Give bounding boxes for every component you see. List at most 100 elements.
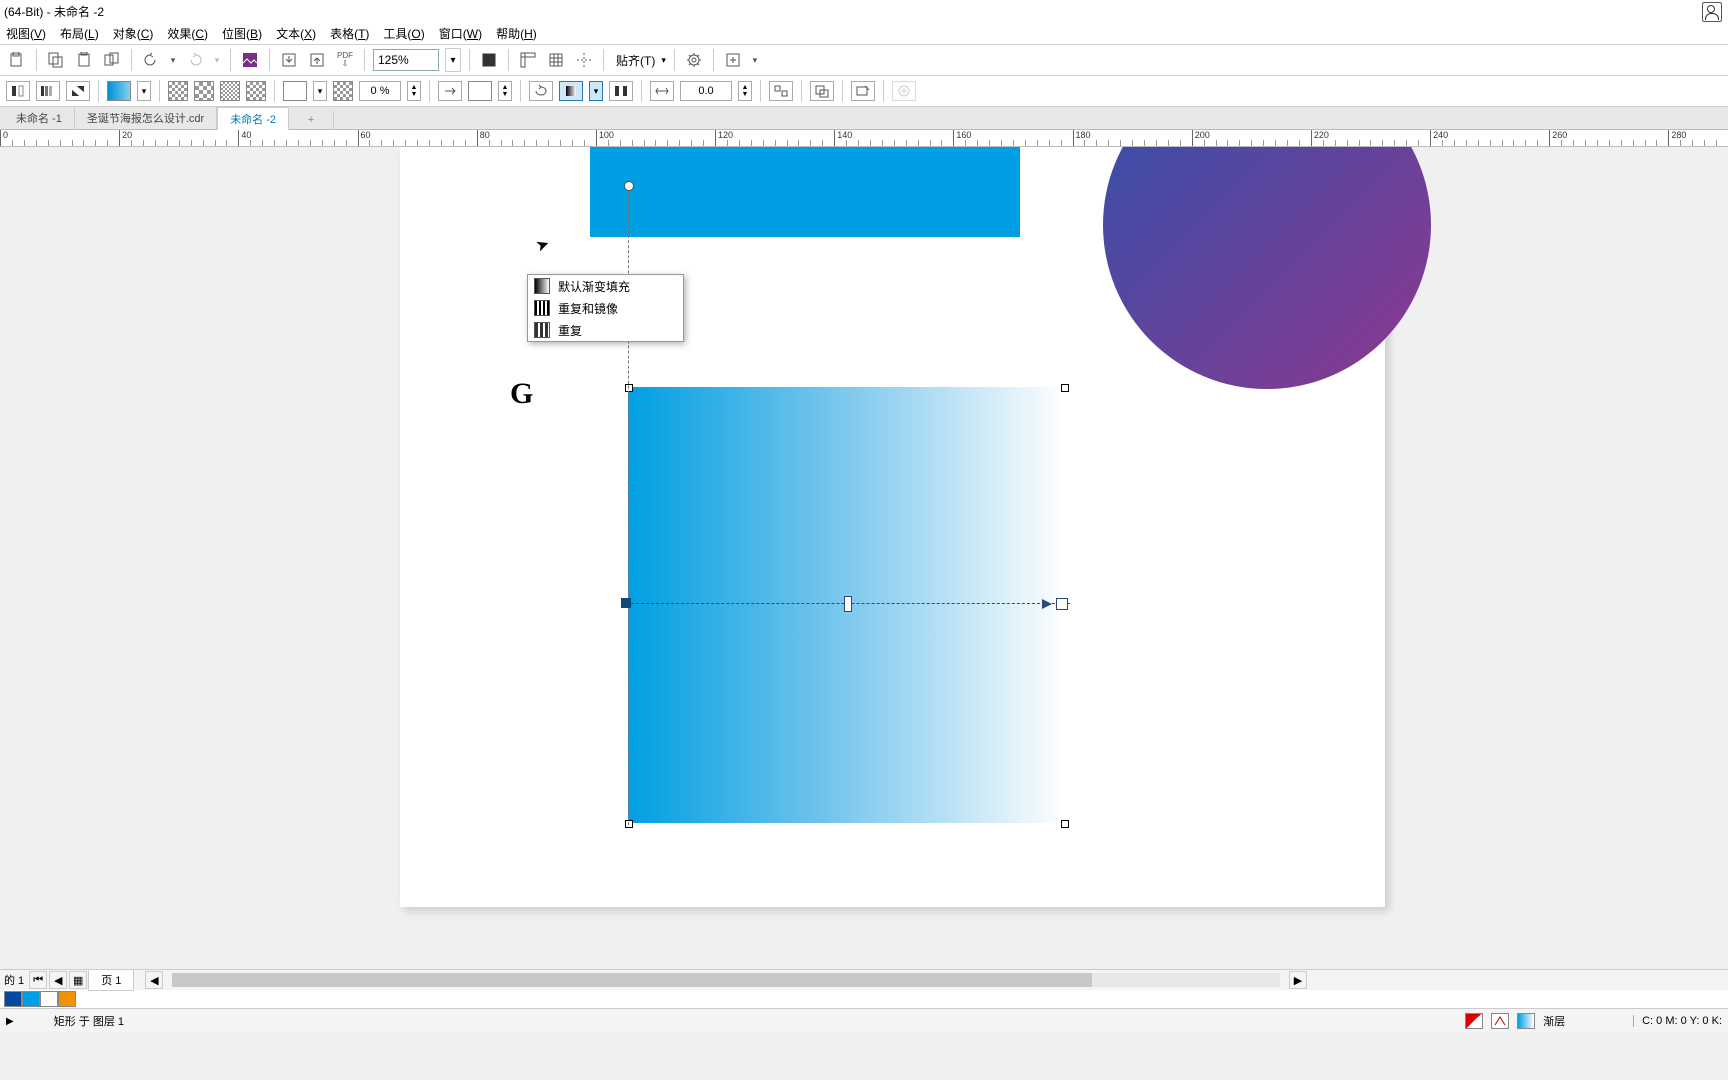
direction-icon[interactable] [438,81,462,101]
grid-icon[interactable] [545,49,567,71]
scroll-right-icon[interactable]: ▶ [1289,971,1307,989]
page-prev-icon[interactable]: ◀ [49,971,67,989]
dropdown-item[interactable]: 重复和镜像 [528,297,683,319]
selection-handle[interactable] [1061,384,1069,392]
dropdown-item[interactable]: 默认渐变填充 [528,275,683,297]
gradient-start-node[interactable] [621,598,631,608]
export-icon[interactable] [306,49,328,71]
selection-handle[interactable] [1061,820,1069,828]
fill-type-icon[interactable] [6,81,30,101]
transparency-icon[interactable] [333,81,353,101]
menu-item[interactable]: 帮助(H) [496,25,537,42]
horizontal-ruler[interactable]: 020406080100120140160180200220240260280 [0,130,1728,147]
clipboard-icon[interactable] [6,49,28,71]
repeat-mirror-icon[interactable] [609,81,633,101]
rulers-icon[interactable] [517,49,539,71]
document-tab[interactable]: 未命名 -1 [4,107,75,129]
menu-item[interactable]: 视图(V) [6,25,46,42]
add-preset-icon[interactable] [892,81,916,101]
pattern3-icon[interactable] [220,81,240,101]
fill-type2-icon[interactable] [36,81,60,101]
menu-bar: 视图(V) 布局(L) 对象(C) 效果(C) 位图(B) 文本(X) 表格(T) 工具(O)… [0,22,1728,45]
fullscreen-icon[interactable] [478,49,500,71]
outline-icon[interactable] [1491,1013,1509,1029]
document-tab[interactable]: 未命名 -2 [217,107,289,130]
duplicate-icon[interactable] [101,49,123,71]
launch-icon[interactable] [722,49,744,71]
dropdown-item[interactable]: 重复 [528,319,683,341]
horizontal-scrollbar[interactable] [172,973,1280,987]
rotation-center-handle[interactable] [624,181,634,191]
pattern2-icon[interactable] [194,81,214,101]
text-g[interactable]: G [510,377,533,411]
palette-swatch[interactable] [22,991,40,1007]
launch-dropdown-icon[interactable]: ▾ [750,49,760,71]
undo-icon[interactable] [140,49,162,71]
page-first-icon[interactable]: ⏮ [29,971,47,989]
contrast-icon[interactable] [66,81,90,101]
gradient-swatch[interactable] [107,81,131,101]
copy-fill-icon[interactable] [810,81,834,101]
image-edit-icon[interactable] [239,49,261,71]
offset-input[interactable]: 0.0 [680,81,732,101]
add-tab-button[interactable]: + [289,111,334,129]
gradient-fill-type-dropdown-icon[interactable]: ▾ [589,81,603,101]
gradient-fill-type-button[interactable] [559,81,583,101]
no-fill-icon[interactable] [1465,1013,1483,1029]
offset-icon[interactable] [650,81,674,101]
snap-dropdown[interactable]: 贴齐(T) ▾ [612,52,666,69]
color2-swatch[interactable] [468,81,492,101]
page-navigation-bar: 的 1 ⏮ ◀ ▦ 页 1 ◀ ▶ [0,969,1728,990]
menu-item[interactable]: 布局(L) [60,25,99,42]
page-add-icon[interactable]: ▦ [69,971,87,989]
redo-dropdown-icon[interactable]: ▾ [212,49,222,71]
menu-item[interactable]: 工具(O) [383,25,424,42]
transparency-input[interactable]: 0 % [359,81,401,101]
selection-handle[interactable] [625,820,633,828]
scroll-left-icon[interactable]: ◀ [145,971,163,989]
spinner3-icon[interactable]: ▲▼ [738,81,752,101]
fill-swatch-icon[interactable] [1517,1013,1535,1029]
palette-swatch[interactable] [58,991,76,1007]
color-swatch[interactable] [283,81,307,101]
rotate-icon[interactable] [529,81,553,101]
menu-item[interactable]: 效果(C) [167,25,208,42]
copy-icon[interactable] [45,49,67,71]
dropdown-item-label: 重复 [558,322,582,339]
page-tab[interactable]: 页 1 [88,969,134,991]
gradient-dropdown-icon[interactable]: ▾ [137,81,151,101]
menu-item[interactable]: 对象(C) [113,25,154,42]
spinner-icon[interactable]: ▲▼ [407,81,421,101]
menu-item[interactable]: 位图(B) [222,25,262,42]
menu-item[interactable]: 文本(X) [276,25,316,42]
options-icon[interactable] [683,49,705,71]
separator [713,49,714,71]
guides-icon[interactable] [573,49,595,71]
pattern4-icon[interactable] [246,81,266,101]
spinner2-icon[interactable]: ▲▼ [498,81,512,101]
palette-swatch[interactable] [4,991,22,1007]
import-icon[interactable] [278,49,300,71]
free-scale-icon[interactable] [769,81,793,101]
redo-icon[interactable] [184,49,206,71]
edit-fill-icon[interactable] [851,81,875,101]
pattern1-icon[interactable] [168,81,188,101]
gradient-end-node[interactable] [1056,598,1068,610]
blue-rectangle-top[interactable] [590,147,1020,237]
menu-item[interactable]: 表格(T) [330,25,369,42]
document-tab[interactable]: 圣诞节海报怎么设计.cdr [75,107,217,129]
pdf-icon[interactable]: PDF⇩ [334,49,356,71]
scrollbar-thumb[interactable] [172,973,1091,987]
undo-dropdown-icon[interactable]: ▾ [168,49,178,71]
gradient-midpoint-handle[interactable] [844,596,852,612]
zoom-input[interactable]: 125% [373,49,439,71]
selection-handle[interactable] [625,384,633,392]
zoom-dropdown-icon[interactable]: ▾ [445,48,461,72]
menu-item[interactable]: 窗口(W) [439,25,482,42]
canvas[interactable]: G 默认渐变填充重复和镜像重复 ➤ [0,147,1728,969]
separator [36,49,37,71]
profile-icon[interactable] [1702,2,1722,22]
color-dropdown-icon[interactable]: ▾ [313,81,327,101]
paste-icon[interactable] [73,49,95,71]
palette-swatch[interactable] [40,991,58,1007]
